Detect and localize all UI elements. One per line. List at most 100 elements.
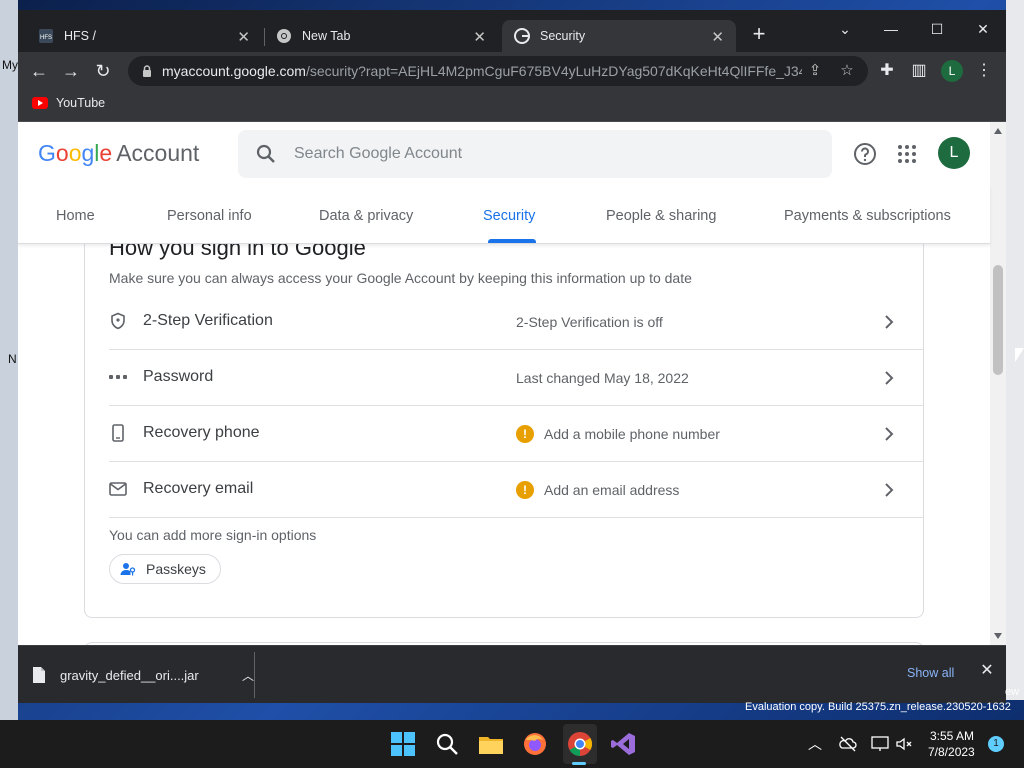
card-title: How you sign in to Google — [109, 244, 366, 260]
file-explorer-icon[interactable] — [477, 730, 505, 758]
logo-letter: o — [55, 140, 69, 166]
scroll-up-arrow-icon[interactable] — [994, 128, 1002, 134]
chrome-icon — [276, 28, 292, 44]
scroll-down-arrow-icon[interactable] — [994, 633, 1002, 639]
row-2-step-verification[interactable]: 2-Step Verification 2-Step Verification … — [109, 294, 923, 350]
search-icon[interactable] — [433, 730, 461, 758]
url-text[interactable]: myaccount.google.com/security?rapt=AEjHL… — [162, 63, 802, 79]
download-options-chevron-icon[interactable]: ︿ — [242, 667, 254, 684]
account-nav-tabs: Home Personal info Data & privacy Securi… — [18, 186, 990, 244]
url-path: /security?rapt=AEjHL4M2pmCguF675BV4yLuHz… — [305, 63, 802, 79]
new-tab-plus-icon[interactable]: + — [748, 23, 770, 46]
page-scrollbar[interactable] — [990, 122, 1006, 645]
search-input[interactable] — [294, 145, 794, 163]
tab-security[interactable]: Security ✕ — [502, 20, 736, 52]
row-value: 2-Step Verification is off — [516, 314, 663, 330]
bookmark-label: YouTube — [56, 96, 106, 110]
share-icon[interactable]: ⇪ — [806, 62, 824, 80]
lock-icon — [143, 65, 151, 77]
account-search-box[interactable] — [238, 130, 832, 178]
onedrive-off-icon[interactable] — [838, 734, 858, 754]
close-window-icon[interactable]: ✕ — [968, 16, 998, 42]
star-bookmark-icon[interactable]: ☆ — [838, 62, 856, 80]
passkey-person-icon — [120, 563, 136, 576]
more-menu-icon[interactable]: ⋮ — [974, 61, 994, 81]
hfs-icon: HFS — [38, 28, 54, 44]
notification-badge[interactable]: 1 — [988, 736, 1004, 752]
clock-date[interactable]: 7/8/2023 — [928, 745, 975, 759]
desktop-icon-label[interactable]: My — [2, 58, 18, 72]
desktop-icon-label[interactable]: N — [8, 352, 17, 366]
passkeys-chip[interactable]: Passkeys — [109, 554, 221, 584]
bookmark-youtube[interactable]: YouTube — [32, 96, 105, 110]
volume-muted-icon[interactable] — [894, 734, 914, 754]
chevron-right-icon — [885, 483, 894, 497]
mouse-cursor-icon — [1015, 348, 1024, 362]
row-value: Last changed May 18, 2022 — [516, 370, 689, 386]
row-label: 2-Step Verification — [143, 312, 273, 329]
clock-time[interactable]: 3:55 AM — [930, 729, 974, 743]
desktop-left-strip: My N — [0, 0, 18, 720]
tray-overflow-chevron-icon[interactable]: ︿ — [805, 734, 825, 754]
show-all-button[interactable]: Show all — [907, 666, 954, 680]
address-bar[interactable]: myaccount.google.com/security?rapt=AEjHL… — [128, 56, 868, 86]
tab-search-chevron-icon[interactable]: ⌄ — [830, 16, 860, 42]
signin-card: How you sign in to Google Make sure you … — [84, 244, 924, 618]
row-value: Add an email address — [544, 482, 680, 498]
maximize-icon[interactable]: ☐ — [922, 16, 952, 42]
tab-personal-info[interactable]: Personal info — [167, 208, 252, 224]
firefox-icon[interactable] — [521, 730, 549, 758]
close-tab-icon[interactable]: ✕ — [711, 28, 724, 46]
close-tab-icon[interactable]: ✕ — [473, 28, 486, 46]
browser-window: HFS HFS / ✕ New Tab ✕ Security ✕ + ⌄ — ☐… — [18, 10, 1006, 703]
evaluation-watermark: Evaluation copy. Build 25375.zn_release.… — [745, 701, 1011, 713]
tab-title: Security — [540, 29, 586, 43]
windows-start-icon[interactable] — [389, 730, 417, 758]
download-filename: gravity_defied__ori....jar — [60, 667, 199, 683]
warning-icon: ! — [516, 425, 534, 443]
logo-suffix: Account — [116, 140, 200, 166]
logo-letter: e — [99, 140, 113, 166]
tab-security[interactable]: Security — [483, 208, 535, 224]
page-content: GoogleAccount L Home Personal info Data … — [18, 122, 1006, 645]
tab-title: New Tab — [302, 29, 351, 43]
account-avatar[interactable]: L — [938, 137, 970, 169]
google-header: GoogleAccount L — [18, 122, 990, 186]
passkeys-label: Passkeys — [146, 561, 206, 577]
scroll-thumb[interactable] — [993, 265, 1003, 375]
card-description: Make sure you can always access your Goo… — [109, 270, 692, 286]
extensions-puzzle-icon[interactable]: ✚ — [877, 61, 897, 81]
password-dots-icon — [109, 375, 127, 379]
reload-icon[interactable]: ↻ — [92, 60, 114, 82]
tab-strip: HFS HFS / ✕ New Tab ✕ Security ✕ + ⌄ — ☐… — [18, 10, 1006, 52]
chrome-icon[interactable] — [566, 730, 594, 758]
visual-studio-icon[interactable] — [609, 730, 637, 758]
download-bar: gravity_defied__ori....jar ︿ Show all ✕ — [18, 645, 1006, 703]
tab-people-sharing[interactable]: People & sharing — [606, 208, 716, 224]
tab-hfs[interactable]: HFS HFS / ✕ — [26, 20, 262, 52]
row-password[interactable]: Password Last changed May 18, 2022 — [109, 350, 923, 406]
back-arrow-icon[interactable]: ← — [28, 60, 50, 82]
search-icon — [256, 144, 275, 163]
tab-title: HFS / — [64, 29, 96, 43]
tab-payments-subscriptions[interactable]: Payments & subscriptions — [784, 208, 951, 224]
close-tab-icon[interactable]: ✕ — [237, 28, 250, 46]
chevron-right-icon — [885, 315, 894, 329]
network-icon[interactable] — [870, 734, 890, 754]
apps-grid-icon[interactable] — [895, 142, 919, 166]
row-recovery-phone[interactable]: Recovery phone ! Add a mobile phone numb… — [109, 406, 923, 462]
download-separator — [254, 652, 255, 698]
google-account-logo[interactable]: Google Account — [38, 140, 199, 167]
close-download-bar-icon[interactable]: ✕ — [978, 662, 996, 680]
row-recovery-email[interactable]: Recovery email ! Add an email address — [109, 462, 923, 518]
minimize-icon[interactable]: — — [876, 16, 906, 42]
tab-home[interactable]: Home — [56, 208, 95, 224]
tab-new-tab[interactable]: New Tab ✕ — [264, 20, 498, 52]
profile-avatar-small[interactable]: L — [941, 60, 963, 82]
help-icon[interactable] — [853, 142, 877, 166]
side-panel-icon[interactable]: ▥ — [909, 61, 929, 81]
download-item[interactable]: gravity_defied__ori....jar ︿ — [32, 656, 254, 694]
forward-arrow-icon[interactable]: → — [60, 60, 82, 82]
shield-icon — [111, 312, 125, 330]
tab-data-privacy[interactable]: Data & privacy — [319, 208, 413, 224]
